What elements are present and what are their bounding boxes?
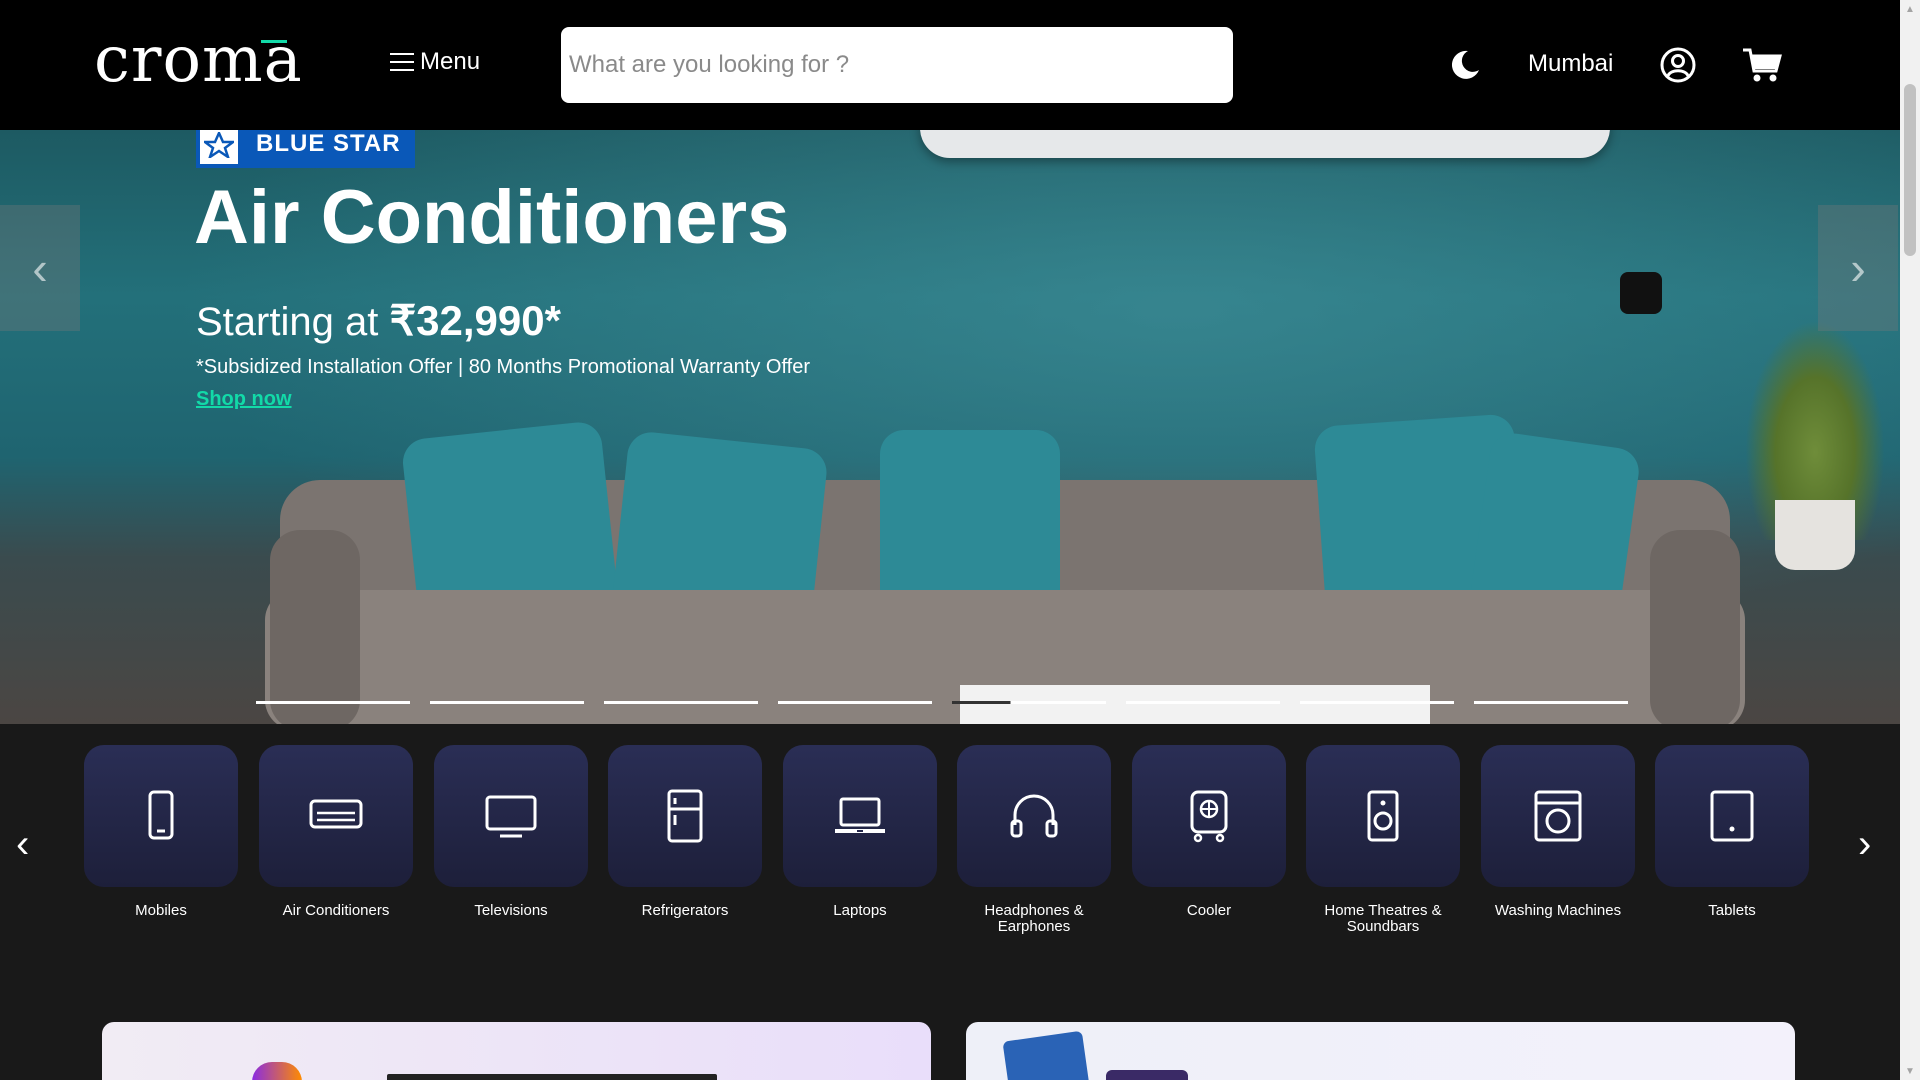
carousel-dot[interactable]: [604, 701, 758, 704]
promo-card-right[interactable]: [966, 1022, 1795, 1080]
hamburger-icon: [390, 53, 414, 71]
category-washing-machines[interactable]: Washing Machines: [1481, 745, 1635, 919]
brand-name: BLUE STAR: [242, 130, 415, 168]
promo-logo-image: [252, 1062, 302, 1080]
menu-label: Menu: [420, 48, 481, 75]
logo-text: croma: [94, 23, 303, 97]
cooler-icon: [1190, 790, 1228, 843]
promo-card-left[interactable]: [102, 1022, 931, 1080]
search-input[interactable]: [561, 27, 1233, 103]
tablet-icon: [1710, 790, 1754, 842]
hero-title: Air Conditioners: [194, 175, 790, 260]
ac-unit-image: [920, 130, 1610, 158]
cart-icon[interactable]: [1742, 47, 1782, 83]
category-carousel: ‹ Mobiles Air Conditioners Televisions R…: [0, 724, 1900, 954]
hero-banner[interactable]: BLUE STAR Air Conditioners Starting at ₹…: [0, 130, 1900, 724]
mobile-icon: [148, 790, 174, 840]
menu-button[interactable]: Menu: [390, 48, 480, 76]
promo-heading-partial: [387, 1074, 717, 1080]
air-conditioner-icon: [309, 799, 363, 829]
hero-subtitle: Starting at ₹32,990*: [196, 296, 561, 345]
category-label: Home Theatres & Soundbars: [1324, 902, 1442, 935]
carousel-dot[interactable]: [430, 701, 584, 704]
coffee-table-image: [960, 685, 1430, 724]
category-label: Air Conditioners: [282, 902, 390, 919]
carousel-indicators: [256, 701, 1628, 704]
category-label: Televisions: [474, 902, 548, 919]
thermostat-image: [1620, 272, 1662, 314]
star-icon: [196, 130, 242, 168]
washing-machine-icon: [1534, 790, 1582, 842]
hero-next-button[interactable]: ›: [1818, 205, 1898, 331]
category-cooler[interactable]: Cooler: [1132, 745, 1286, 919]
carousel-dot[interactable]: [778, 701, 932, 704]
carousel-dot[interactable]: [952, 701, 1106, 704]
category-laptops[interactable]: Laptops: [783, 745, 937, 919]
television-icon: [485, 795, 537, 838]
city-selector[interactable]: Mumbai: [1528, 50, 1613, 78]
category-televisions[interactable]: Televisions: [434, 745, 588, 919]
category-label: Cooler: [1186, 902, 1232, 919]
brand-logo: BLUE STAR: [196, 130, 415, 168]
category-headphones[interactable]: Headphones & Earphones: [957, 745, 1111, 935]
category-tablets[interactable]: Tablets: [1655, 745, 1809, 919]
category-label: Tablets: [1708, 902, 1756, 919]
croma-logo[interactable]: croma: [94, 28, 303, 92]
speaker-icon: [1367, 790, 1399, 842]
scrollbar-thumb[interactable]: [1904, 84, 1916, 256]
category-mobiles[interactable]: Mobiles: [84, 745, 238, 919]
category-prev-button[interactable]: ‹: [16, 822, 29, 867]
category-label: Headphones & Earphones: [984, 902, 1084, 935]
hero-subtitle-prefix: Starting at: [196, 300, 390, 344]
scroll-up-arrow-icon[interactable]: ▲: [1900, 0, 1920, 18]
carousel-dot[interactable]: [1126, 701, 1280, 704]
hero-price: ₹32,990*: [389, 297, 561, 344]
page-scrollbar[interactable]: ▲ ▼: [1900, 0, 1920, 1080]
hero-prev-button[interactable]: ‹: [0, 205, 80, 331]
laptop-icon: [835, 797, 885, 833]
credit-card-image: [1106, 1070, 1188, 1080]
category-label: Washing Machines: [1494, 902, 1622, 919]
category-label: Mobiles: [135, 902, 187, 919]
credit-card-image: [1002, 1030, 1090, 1080]
category-air-conditioners[interactable]: Air Conditioners: [259, 745, 413, 919]
category-label: Refrigerators: [641, 902, 729, 919]
carousel-dot[interactable]: [256, 701, 410, 704]
sofa-arm-left: [270, 530, 360, 724]
shop-now-link[interactable]: Shop now: [196, 388, 292, 411]
sofa-arm-right: [1650, 530, 1740, 724]
refrigerator-icon: [667, 789, 703, 843]
moon-icon[interactable]: [1448, 48, 1482, 82]
category-refrigerators[interactable]: Refrigerators: [608, 745, 762, 919]
category-next-button[interactable]: ›: [1858, 822, 1871, 867]
scroll-down-arrow-icon[interactable]: ▼: [1900, 1062, 1920, 1080]
category-home-theatres[interactable]: Home Theatres & Soundbars: [1306, 745, 1460, 935]
plant-pot-image: [1775, 500, 1855, 570]
top-header: croma Menu Mumbai: [0, 0, 1900, 130]
category-label: Laptops: [833, 902, 887, 919]
headphones-icon: [1010, 794, 1058, 838]
hero-offer-note: *Subsidized Installation Offer | 80 Mont…: [196, 356, 811, 378]
carousel-dot[interactable]: [1300, 701, 1454, 704]
logo-macron: [260, 40, 287, 43]
carousel-dot[interactable]: [1474, 701, 1628, 704]
user-circle-icon[interactable]: [1660, 47, 1696, 83]
